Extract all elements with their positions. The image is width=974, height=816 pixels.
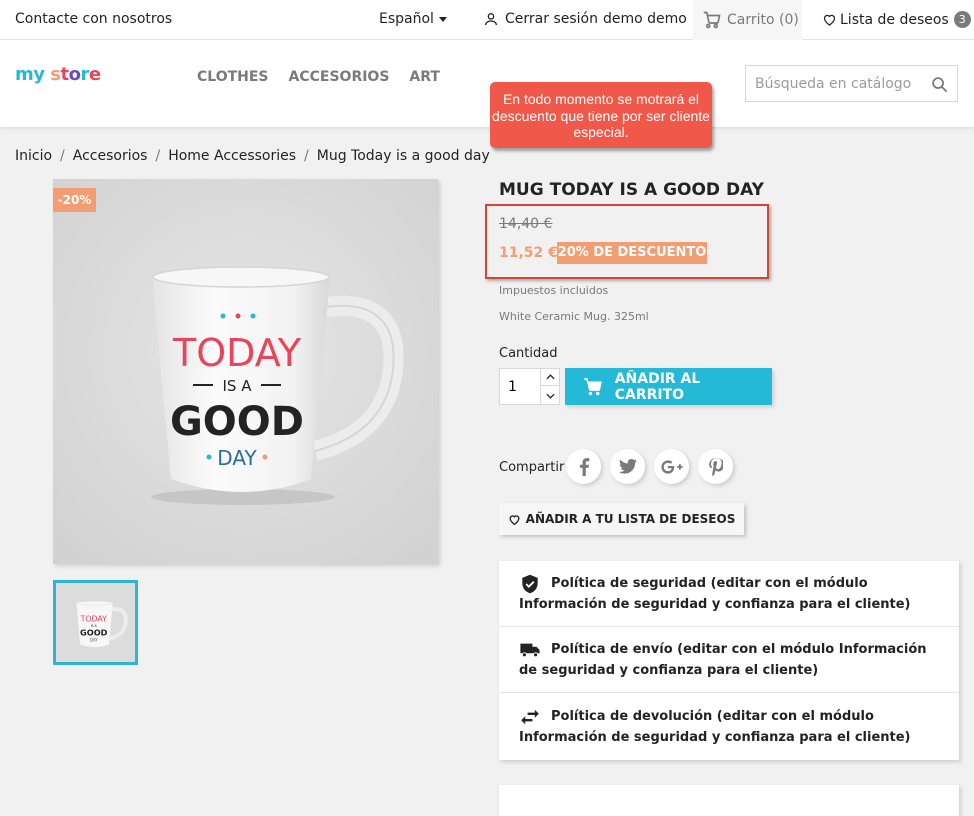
discount-badge: 20% DE DESCUENTO [557,242,707,264]
reassurance-text: Política de devolución (editar con el mó… [519,709,911,745]
nav-item-art[interactable]: ART [409,69,440,85]
logo-letter: m [15,64,34,85]
logo-letter: t [60,64,70,85]
thumb-text-line: TODAY [80,614,107,623]
quantity-decrease-button[interactable] [540,387,560,404]
store-logo[interactable]: my store [15,64,101,85]
add-to-cart-label: AÑADIR AL CARRITO [614,370,701,403]
mug-illustration: TODAY IS A GOOD DAY [53,179,438,564]
logo-letter: s [50,64,61,85]
facebook-share-button[interactable] [566,449,601,484]
reassurance-item-shipping: Política de envío (editar con el módulo … [499,627,959,693]
pinterest-icon [708,457,723,476]
add-to-wishlist-button[interactable]: AÑADIR A TU LISTA DE DESEOS [499,503,744,535]
discount-flag: -20% [53,188,96,212]
logo-letter: y [33,64,45,85]
product-main-image[interactable]: TODAY IS A GOOD DAY [53,179,438,564]
header: my store CLOTHES ACCESORIOS ART [0,40,974,127]
language-label: Español [379,11,434,27]
breadcrumb-item[interactable]: Accesorios [73,148,148,164]
wishlist-link[interactable]: Lista de deseos 3 [822,11,971,28]
truck-icon [520,643,540,657]
quantity-input[interactable] [500,369,540,404]
cart-icon [583,377,602,395]
pinterest-share-button[interactable] [698,449,733,484]
product-title: MUG TODAY IS A GOOD DAY [499,180,764,200]
mug-text-line: IS A [223,377,253,395]
breadcrumb: Inicio / Accesorios / Home Accessories / Mug T… [15,148,490,164]
thumb-text-line: IS A [91,624,98,628]
contact-link[interactable]: Contacte con nosotros [15,11,172,27]
googleplus-share-button[interactable] [654,449,689,484]
add-to-wishlist-label: AÑADIR A TU LISTA DE DESEOS [525,512,736,526]
product-description: White Ceramic Mug. 325ml [499,310,649,323]
thumb-text-line: GOOD [80,628,108,638]
logo-letter: e [88,64,101,85]
reassurance-text: Política de seguridad (editar con el mód… [519,576,911,612]
facebook-icon [579,457,589,476]
mug-thumbnail-illustration: TODAY IS A GOOD DAY [56,583,135,662]
logo-letter: r [80,64,89,85]
cart-button[interactable]: Carrito (0) [693,0,802,40]
twitter-icon [618,459,637,474]
chevron-down-icon [546,393,555,399]
reassurance-text: Política de envío (editar con el módulo … [519,642,927,678]
breadcrumb-current: Mug Today is a good day [316,148,490,164]
language-selector[interactable]: Español [379,11,447,27]
tax-note: Impuestos incluidos [499,284,609,297]
product-tabs-panel [499,785,959,816]
quantity-stepper [499,368,560,405]
search-icon[interactable] [931,76,948,93]
nav-item-accesorios[interactable]: ACCESORIOS [289,69,390,85]
google-plus-icon [660,459,683,474]
add-to-cart-button[interactable]: AÑADIR AL CARRITO [565,368,772,405]
current-price: 11,52 € [499,245,558,261]
caret-down-icon [438,16,447,22]
wishlist-label: Lista de deseos [840,11,949,28]
swap-arrows-icon [521,709,539,724]
breadcrumb-item[interactable]: Inicio [15,148,52,164]
top-bar: Contacte con nosotros Español Cerrar ses… [0,0,974,40]
cart-label: Carrito (0) [727,12,799,28]
thumb-text-line: DAY [90,638,99,643]
reassurance-block: Política de seguridad (editar con el mód… [499,561,959,760]
reassurance-item-security: Política de seguridad (editar con el mód… [499,561,959,627]
product-thumbnail[interactable]: TODAY IS A GOOD DAY [53,580,138,665]
nav-item-clothes[interactable]: CLOTHES [197,69,269,85]
mug-text-line: GOOD [170,399,304,445]
share-label: Compartir [499,460,565,475]
old-price: 14,40 € [499,216,553,232]
wishlist-count-badge: 3 [953,11,971,28]
logout-label: Cerrar sesión [505,11,598,27]
reassurance-item-returns: Política de devolución (editar con el mó… [499,694,959,760]
search-input[interactable] [746,66,926,101]
search-box [745,65,958,102]
quantity-label: Cantidad [499,346,558,361]
main-nav: CLOTHES ACCESORIOS ART [197,69,440,85]
twitter-share-button[interactable] [610,449,645,484]
breadcrumb-item[interactable]: Home Accessories [168,148,296,164]
shield-icon [522,574,538,593]
quantity-increase-button[interactable] [540,369,560,386]
mug-text-line: DAY [217,446,257,470]
chevron-up-icon [546,374,555,380]
mug-text-line: TODAY [172,331,302,375]
logo-letter: o [68,64,81,85]
cart-icon [703,11,721,29]
heart-icon [509,514,520,525]
logout-link[interactable]: Cerrar sesión [483,11,598,27]
heart-icon [823,14,836,26]
annotation-callout: En todo momento se motrará el descuento … [490,82,712,148]
account-link[interactable]: demo demo [603,11,687,27]
user-icon [485,13,497,26]
